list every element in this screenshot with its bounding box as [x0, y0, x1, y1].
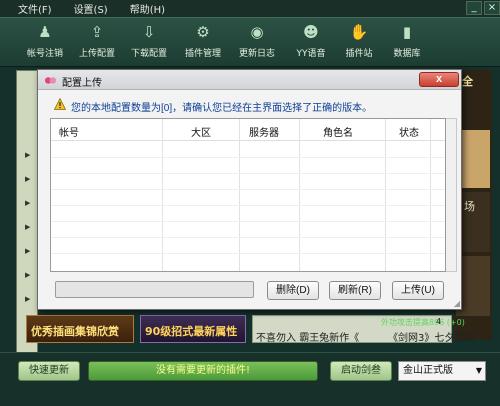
row-divider — [51, 189, 445, 190]
warning-icon — [54, 98, 66, 110]
delete-button[interactable]: 删除(D) — [267, 281, 319, 300]
menu-bar: 文件(F) 设置(S) 帮助(H) — [0, 0, 500, 17]
toolbar-yy-voice[interactable]: ☻ YY语音 — [286, 21, 336, 67]
upload-button[interactable]: 上传(U) — [392, 281, 444, 300]
column-divider — [239, 119, 240, 271]
person-icon: ♟ — [38, 23, 52, 41]
toolbar-label: 数据库 — [393, 49, 421, 59]
list-arrow-icon[interactable]: ▶ — [25, 199, 30, 207]
column-header-character[interactable]: 角色名 — [323, 124, 353, 139]
row-divider — [51, 253, 445, 254]
toolbar-label: 帐号注销 — [26, 49, 63, 59]
resize-grip-icon[interactable]: ◢ — [454, 299, 460, 308]
column-divider — [430, 119, 431, 271]
close-window-button[interactable]: × — [484, 1, 500, 15]
toolbar-plugin-site[interactable]: ✋ 插件站 — [334, 21, 384, 67]
toolbar-account-logout[interactable]: ♟ 帐号注销 — [20, 21, 70, 67]
column-header-region[interactable]: 大区 — [191, 124, 211, 139]
server-version-select[interactable]: 金山正式版 ▼ — [398, 361, 486, 381]
left-sidebar-list: ▶ ▶ ▶ ▶ ▶ ▶ ▶ — [16, 70, 38, 355]
menu-file[interactable]: 文件(F) — [18, 1, 52, 16]
news-link[interactable]: 不喜勿入 霸王兔新作《 — [256, 329, 359, 344]
dialog-app-icon — [44, 77, 57, 84]
toolbar-label: 上传配置 — [78, 49, 115, 59]
list-arrow-icon[interactable]: ▶ — [25, 151, 30, 159]
banner-level90[interactable]: 90级招式最新属性 — [140, 315, 246, 343]
row-divider — [51, 205, 445, 206]
right-panel-mid-label: 场 — [464, 200, 475, 213]
menu-settings[interactable]: 设置(S) — [74, 1, 108, 16]
banner-text: 90级招式最新属性 — [145, 325, 238, 338]
toolbar-update-log[interactable]: ◉ 更新日志 — [232, 21, 282, 67]
news-count: 4 — [436, 317, 442, 326]
warning-message: 您的本地配置数量为[0]，请确认您已经在主界面选择了正确的版本。 — [71, 103, 373, 114]
news-link-text: 不喜勿入 — [256, 333, 296, 344]
column-header-account[interactable]: 帐号 — [59, 124, 79, 139]
column-header-server[interactable]: 服务器 — [249, 124, 279, 139]
row-divider — [51, 157, 445, 158]
battery-icon: ▮ — [402, 23, 412, 41]
toolbar-download-config[interactable]: ⇩ 下载配置 — [124, 21, 174, 67]
launch-game-button[interactable]: 启动剑叁 — [330, 361, 392, 381]
news-stat: 外功攻击提高896 (+0) — [381, 318, 465, 327]
account-table[interactable]: 帐号 大区 服务器 角色名 状态 — [50, 118, 446, 272]
people-icon: ☻ — [303, 23, 319, 41]
list-arrow-icon[interactable]: ▶ — [25, 175, 30, 183]
list-arrow-icon[interactable]: ▶ — [25, 247, 30, 255]
toolbar-label: YY语音 — [296, 49, 326, 59]
dialog-titlebar: 配置上传 x — [38, 70, 461, 90]
server-version-value: 金山正式版 — [403, 365, 453, 376]
refresh-button[interactable]: 刷新(R) — [329, 281, 381, 300]
banner-text: 优秀插画集锦欣赏 — [31, 325, 119, 338]
row-divider — [51, 221, 445, 222]
quick-update-button[interactable]: 快速更新 — [18, 361, 80, 381]
toolbar-upload-config[interactable]: ⇪ 上传配置 — [72, 21, 122, 67]
upload-progress-bar — [55, 281, 254, 298]
gear-icon: ⚙ — [196, 23, 210, 41]
table-scrollbar[interactable] — [446, 118, 457, 272]
config-upload-dialog: 配置上传 x 您的本地配置数量为[0]，请确认您已经在主界面选择了正确的版本。 … — [37, 69, 462, 310]
dialog-title: 配置上传 — [62, 78, 102, 89]
toolbar-label: 插件站 — [345, 49, 373, 59]
news-panel: 外功攻击提高896 (+0) 不喜勿入 霸王兔新作《 《剑网3》七夕活动 4 — [252, 315, 474, 344]
column-divider — [385, 119, 386, 271]
toolbar: ♟ 帐号注销 ⇪ 上传配置 ⇩ 下载配置 ⚙ 插件管理 ◉ 更新日志 ☻ YY语… — [0, 17, 500, 67]
toolbar-label: 下载配置 — [130, 49, 167, 59]
news-link[interactable]: 《剑网3》七夕活动 — [388, 329, 474, 344]
right-panel-top-label: 全 — [462, 75, 473, 88]
toolbar-plugin-manager[interactable]: ⚙ 插件管理 — [178, 21, 228, 67]
upload-icon: ⇪ — [90, 23, 104, 41]
row-divider — [51, 237, 445, 238]
toolbar-label: 插件管理 — [184, 49, 221, 59]
column-header-status[interactable]: 状态 — [399, 124, 419, 139]
news-link-text-2: 霸王兔新作《 — [299, 333, 360, 344]
banner-illustrations[interactable]: 优秀插画集锦欣赏 — [26, 315, 134, 343]
row-divider — [51, 173, 445, 174]
window-controls: _ × — [466, 1, 500, 15]
update-status: 没有需要更新的插件! — [88, 361, 318, 381]
hand-icon: ✋ — [349, 23, 369, 41]
download-icon: ⇩ — [142, 23, 156, 41]
menu-help[interactable]: 帮助(H) — [130, 1, 165, 16]
list-arrow-icon[interactable]: ▶ — [25, 295, 30, 303]
list-arrow-icon[interactable]: ▶ — [25, 271, 30, 279]
eye-icon: ◉ — [250, 23, 264, 41]
dialog-close-button[interactable]: x — [419, 72, 459, 87]
chevron-down-icon: ▼ — [475, 366, 482, 375]
column-divider — [299, 119, 300, 271]
toolbar-label: 更新日志 — [238, 49, 275, 59]
minimize-button[interactable]: _ — [466, 1, 482, 15]
toolbar-database[interactable]: ▮ 数据库 — [382, 21, 432, 67]
list-arrow-icon[interactable]: ▶ — [25, 223, 30, 231]
column-divider — [162, 119, 163, 271]
